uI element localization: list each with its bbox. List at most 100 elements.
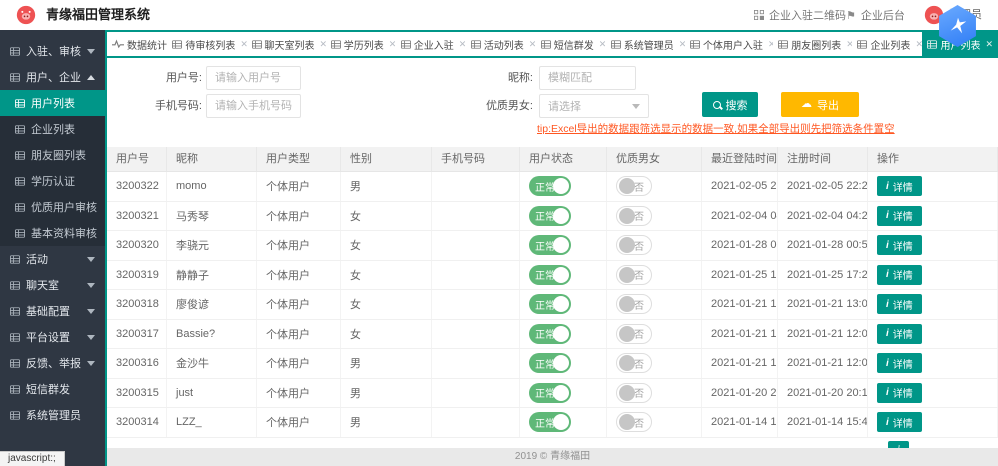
user-status-toggle-on[interactable]: 正常 [529, 206, 571, 226]
sidebar-item[interactable]: 平台设置 [0, 324, 105, 350]
user-status-toggle-on[interactable]: 正常 [529, 265, 571, 285]
sidebar-subitem[interactable]: 朋友圈列表 [0, 142, 105, 168]
sidebar-item-label: 用户、企业 [26, 69, 81, 85]
detail-button[interactable]: i [888, 441, 909, 448]
cell-quality: 否 [607, 202, 702, 231]
quality-toggle-off[interactable]: 否 [616, 353, 652, 373]
detail-button-label: 详情 [893, 238, 913, 253]
list-icon [172, 40, 182, 49]
quality-toggle-off[interactable]: 否 [616, 265, 652, 285]
sidebar-item[interactable]: 系统管理员 [0, 402, 105, 428]
detail-button[interactable]: i详情 [877, 324, 922, 344]
cell-gender: 女 [341, 261, 432, 290]
cell-last-login: 2021-01-20 20:13 [702, 379, 778, 408]
cell-user-type: 个体用户 [257, 290, 341, 319]
detail-button-label: 详情 [893, 179, 913, 194]
search-button[interactable]: 搜索 [702, 92, 758, 117]
detail-button[interactable]: i详情 [877, 383, 922, 403]
company-qr-link[interactable]: 企业入驻二维码 [754, 0, 846, 30]
close-icon[interactable]: ✕ [529, 39, 536, 50]
close-icon[interactable]: ✕ [389, 39, 396, 50]
list-icon [857, 40, 867, 49]
close-icon[interactable]: ✕ [915, 39, 922, 50]
user-status-toggle-on[interactable]: 正常 [529, 235, 571, 255]
cell-nickname: 马秀琴 [167, 202, 257, 231]
user-status-toggle-on[interactable]: 正常 [529, 353, 571, 373]
quality-select[interactable]: 请选择 [539, 94, 649, 118]
tab-item[interactable]: 短信群发✕ [536, 32, 606, 56]
detail-button[interactable]: i详情 [877, 206, 922, 226]
detail-button[interactable]: i详情 [877, 176, 922, 196]
detail-button[interactable]: i详情 [877, 294, 922, 314]
sidebar-subitem[interactable]: 基本资料审核 [0, 220, 105, 246]
cell-user-id: 3200319 [107, 261, 167, 290]
tab-item[interactable]: 系统管理员✕ [606, 32, 685, 56]
toggle-off-label: 否 [634, 208, 644, 223]
detail-button[interactable]: i详情 [877, 265, 922, 285]
sidebar-subitem[interactable]: 优质用户审核 [0, 194, 105, 220]
toggle-off-label: 否 [634, 415, 644, 430]
company-backstage-link[interactable]: ⚑ 企业后台 [846, 0, 905, 30]
user-no-input[interactable] [206, 66, 301, 90]
nickname-input[interactable] [539, 66, 636, 90]
close-icon[interactable]: ✕ [599, 39, 606, 50]
quality-toggle-off[interactable]: 否 [616, 206, 652, 226]
quality-toggle-off[interactable]: 否 [616, 235, 652, 255]
chevron-down-icon [87, 257, 95, 262]
sidebar-item[interactable]: 反馈、举报 [0, 350, 105, 376]
user-status-toggle-on[interactable]: 正常 [529, 324, 571, 344]
detail-button-label: 详情 [893, 208, 913, 223]
tab-item[interactable]: 聊天室列表✕ [247, 32, 326, 56]
tab-item[interactable]: 个体用户入驻✕ [685, 32, 773, 56]
quality-toggle-off[interactable]: 否 [616, 383, 652, 403]
tab-item[interactable]: 学历列表✕ [326, 32, 396, 56]
user-status-toggle-on[interactable]: 正常 [529, 383, 571, 403]
toggle-knob [553, 237, 569, 253]
user-status-toggle-on[interactable]: 正常 [529, 294, 571, 314]
quality-toggle-off[interactable]: 否 [616, 294, 652, 314]
quality-toggle-off[interactable]: 否 [616, 324, 652, 344]
sidebar-item-label: 系统管理员 [26, 407, 81, 423]
tab-item[interactable]: 企业列表✕ [852, 32, 922, 56]
list-icon [541, 40, 551, 49]
sidebar-subitem[interactable]: 企业列表 [0, 116, 105, 142]
column-header: 用户号 [107, 147, 167, 171]
quality-toggle-off[interactable]: 否 [616, 176, 652, 196]
quality-toggle-off[interactable]: 否 [616, 412, 652, 432]
tab-label: 活动列表 [484, 37, 524, 52]
close-icon[interactable]: ✕ [459, 39, 466, 50]
company-backstage-label: 企业后台 [861, 7, 905, 23]
sidebar-item[interactable]: 聊天室 [0, 272, 105, 298]
cell-user-status: 正常 [520, 261, 607, 290]
sidebar-item[interactable]: 活动 [0, 246, 105, 272]
tab-item[interactable]: 数据统计 [107, 32, 167, 56]
toggle-knob [619, 355, 635, 371]
user-status-toggle-on[interactable]: 正常 [529, 412, 571, 432]
sidebar-subitem[interactable]: 用户列表 [0, 90, 105, 116]
sidebar-item[interactable]: 入驻、审核 [0, 38, 105, 64]
cell-nickname: 静静子 [167, 261, 257, 290]
sidebar-item[interactable]: 短信群发 [0, 376, 105, 402]
sidebar-item[interactable]: 用户、企业 [0, 64, 105, 90]
info-icon: i [886, 299, 889, 310]
cell-user-type: 个体用户 [257, 379, 341, 408]
sidebar-item[interactable]: 基础配置 [0, 298, 105, 324]
toggle-knob [619, 385, 635, 401]
detail-button[interactable]: i详情 [877, 353, 922, 373]
user-status-toggle-on[interactable]: 正常 [529, 176, 571, 196]
phone-input[interactable] [206, 94, 301, 118]
tab-item[interactable]: 活动列表 ✕ [466, 32, 536, 56]
sidebar-subitem[interactable]: 学历认证 [0, 168, 105, 194]
table-row: 3200318廖俊谚个体用户女正常否2021-01-21 13:012021-0… [107, 290, 998, 320]
tab-item[interactable]: 朋友圈列表✕ [773, 32, 852, 56]
cell-nickname: 廖俊谚 [167, 290, 257, 319]
tab-item[interactable]: 企业入驻✕ [396, 32, 466, 56]
detail-button[interactable]: i详情 [877, 412, 922, 432]
export-button[interactable]: ☁ 导出 [781, 92, 859, 117]
detail-button[interactable]: i详情 [877, 235, 922, 255]
list-icon [331, 40, 341, 49]
toggle-knob [553, 355, 569, 371]
toggle-knob [619, 326, 635, 342]
close-icon[interactable]: ✕ [985, 39, 993, 50]
tab-item[interactable]: 待审核列表✕ [167, 32, 246, 56]
